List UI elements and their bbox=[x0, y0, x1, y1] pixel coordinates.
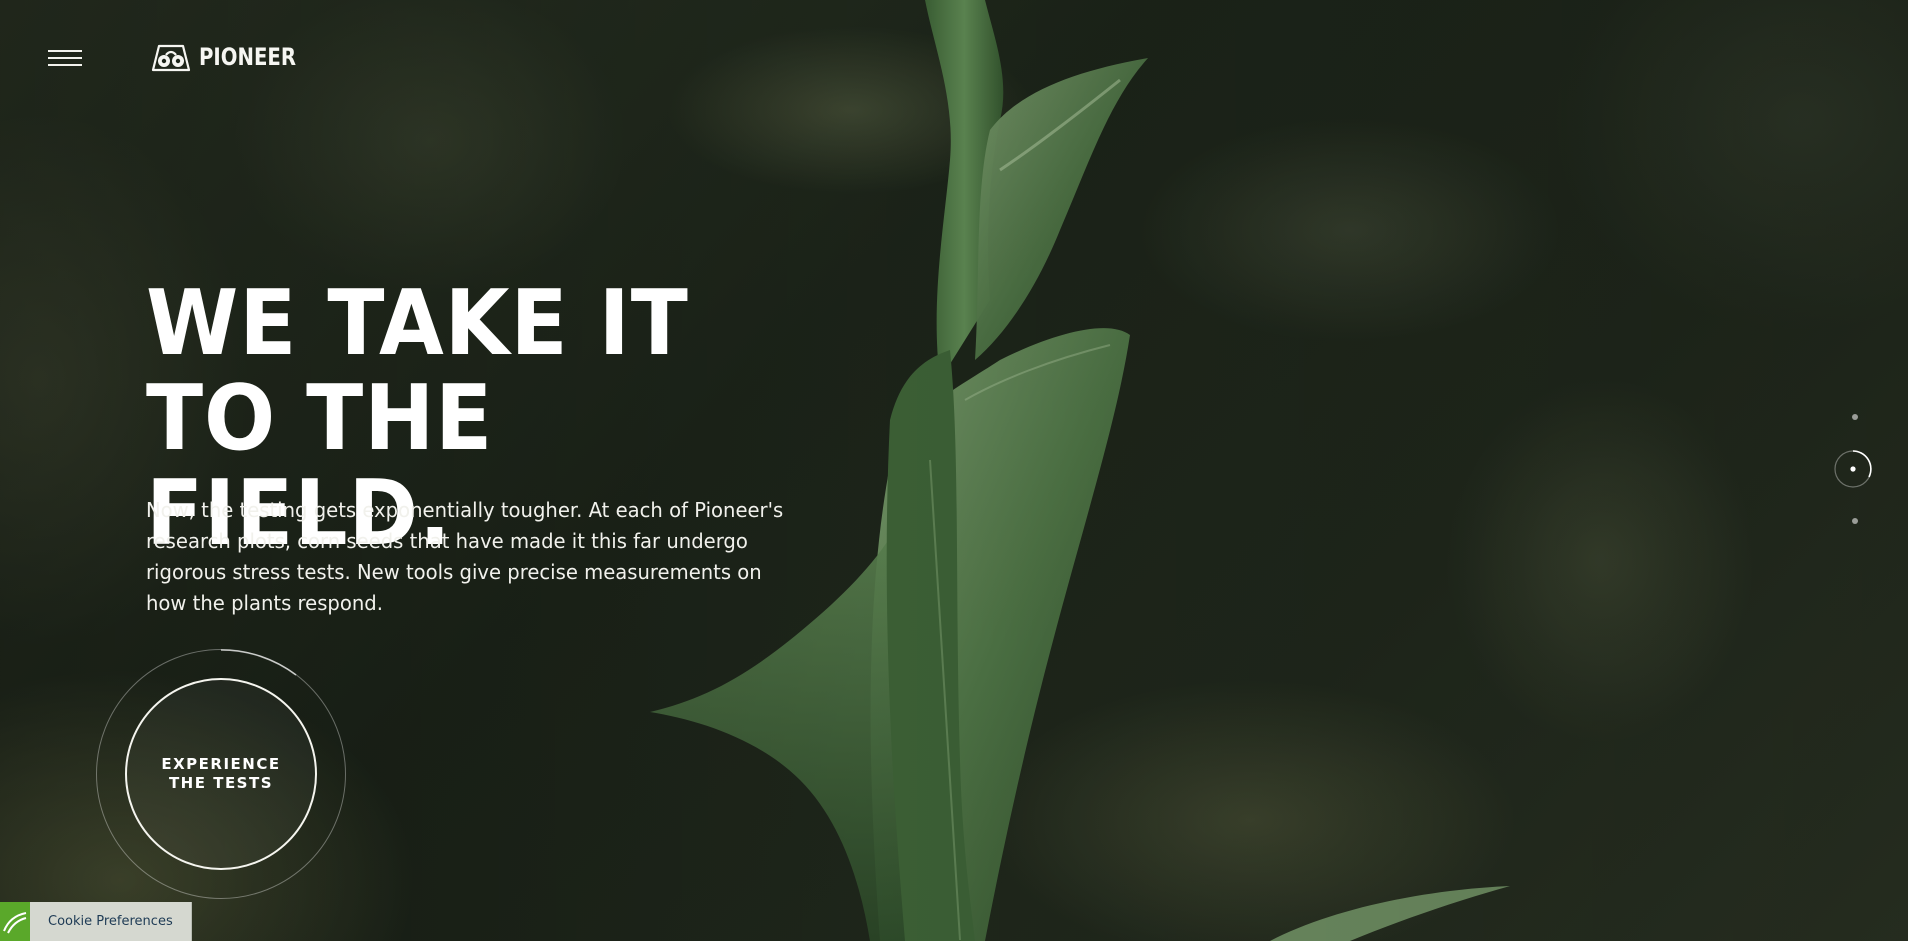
menu-line bbox=[48, 64, 82, 66]
cookie-leaf-icon bbox=[0, 902, 30, 941]
pioneer-logo[interactable]: PIONEER bbox=[149, 42, 317, 72]
hero-intro: Now, the testing gets exponentially toug… bbox=[146, 498, 784, 615]
pioneer-logo-icon bbox=[151, 44, 191, 72]
cookie-preferences-button[interactable]: Cookie Preferences bbox=[0, 902, 192, 941]
hero-page: PIONEER WE TAKE IT TO THE FIELD. Now, th… bbox=[0, 0, 1908, 941]
hamburger-menu-icon[interactable] bbox=[48, 50, 82, 70]
menu-line bbox=[48, 57, 82, 59]
pager-dot-3[interactable] bbox=[1852, 518, 1858, 524]
cta-label: EXPERIENCE THE TESTS bbox=[161, 755, 281, 792]
pager-dot-1[interactable] bbox=[1852, 414, 1858, 420]
experience-the-tests-button[interactable]: EXPERIENCE THE TESTS bbox=[125, 678, 317, 870]
cookie-preferences-label: Cookie Preferences bbox=[30, 902, 192, 941]
menu-line bbox=[48, 50, 82, 52]
logo-text: PIONEER bbox=[199, 43, 296, 71]
pager-dot-active[interactable] bbox=[1833, 449, 1873, 489]
